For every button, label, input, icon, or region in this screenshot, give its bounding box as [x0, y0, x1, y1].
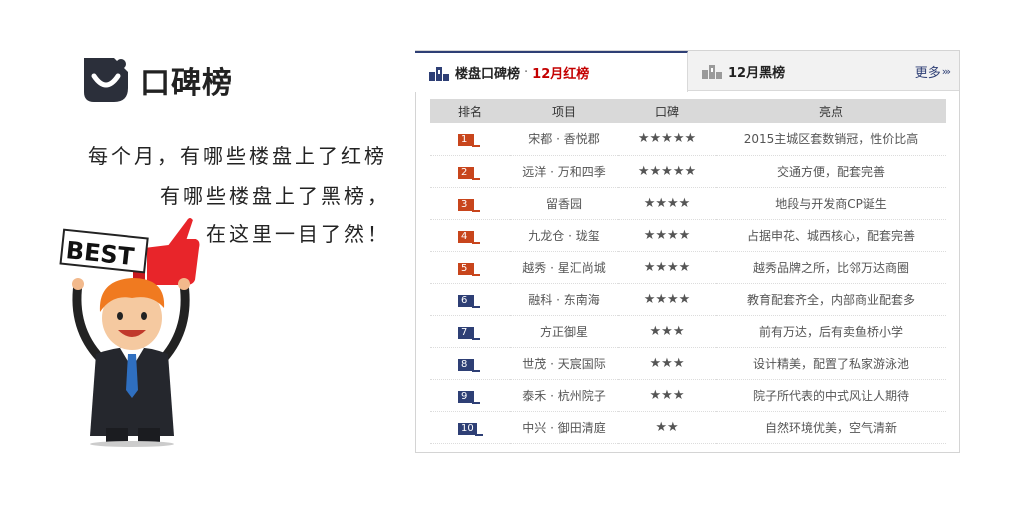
project-name[interactable]: 越秀 · 星汇尚城 [510, 251, 618, 284]
project-name[interactable]: 宋都 · 香悦郡 [510, 123, 618, 156]
highlight-text: 地段与开发商CP诞生 [716, 187, 946, 220]
highlight-text: 自然环境优美，空气清新 [716, 411, 946, 444]
double-chevron-right-icon: ››› [941, 64, 951, 78]
more-label: 更多 [914, 65, 941, 81]
highlight-text: 2015主城区套数销冠，性价比高 [716, 123, 946, 156]
podium-icon [429, 66, 449, 81]
star-rating: ★★★ [618, 347, 716, 380]
brand-title: 口碑榜 [140, 66, 233, 101]
highlight-text: 前有万达，后有卖鱼桥小学 [716, 315, 946, 348]
table-row[interactable]: 2 远洋 · 万和四季 ★★★★★ 交通方便，配套完善 [430, 155, 946, 188]
project-name[interactable]: 世茂 · 天宸国际 [510, 347, 618, 380]
rank-badge: 3 [458, 198, 480, 212]
tab-red-list[interactable]: 楼盘口碑榜 · 12月红榜 [415, 51, 688, 92]
tab-red-prefix: 楼盘口碑榜 [455, 67, 521, 82]
star-rating: ★★★★★ [618, 155, 716, 188]
project-name[interactable]: 远洋 · 万和四季 [510, 155, 618, 188]
table-row[interactable]: 6 融科 · 东南海 ★★★★ 教育配套齐全，内部商业配套多 [430, 283, 946, 316]
mascot-illustration: BEST [59, 216, 202, 447]
tab-black-list[interactable]: 12月黑榜 [688, 51, 888, 91]
highlight-text: 交通方便，配套完善 [716, 155, 946, 188]
table-row[interactable]: 7 方正御星 ★★★ 前有万达，后有卖鱼桥小学 [430, 315, 946, 348]
highlight-text: 设计精美，配置了私家游泳池 [716, 347, 946, 380]
project-name[interactable]: 中兴 · 御田清庭 [510, 411, 618, 444]
highlight-text: 占据申花、城西核心，配套完善 [716, 219, 946, 252]
rank-badge: 6 [458, 294, 480, 308]
star-rating: ★★★ [618, 315, 716, 348]
slogan-line-1: 每个月，有哪些楼盘上了红榜 [88, 144, 387, 168]
project-name[interactable]: 九龙仓 · 珑玺 [510, 219, 618, 252]
rank-badge: 5 [458, 262, 480, 276]
project-name[interactable]: 融科 · 东南海 [510, 283, 618, 316]
table-row[interactable]: 8 世茂 · 天宸国际 ★★★ 设计精美，配置了私家游泳池 [430, 347, 946, 380]
table-row[interactable]: 9 泰禾 · 杭州院子 ★★★ 院子所代表的中式风让人期待 [430, 379, 946, 412]
highlight-text: 越秀品牌之所，比邻万达商圈 [716, 251, 946, 284]
project-name[interactable]: 留香园 [510, 187, 618, 220]
tab-red-separator: · [524, 65, 529, 80]
table-row[interactable]: 10 中兴 · 御田清庭 ★★ 自然环境优美，空气清新 [430, 411, 946, 444]
header-reputation: 口碑 [618, 99, 716, 123]
star-rating: ★★★★★ [618, 123, 716, 156]
ranking-table: 排名 项目 口碑 亮点 1 宋都 · 香悦郡 ★★★★★ 2015主城区套数销冠… [430, 99, 946, 444]
rank-badge: 9 [458, 390, 480, 404]
project-name[interactable]: 方正御星 [510, 315, 618, 348]
highlight-text: 院子所代表的中式风让人期待 [716, 379, 946, 412]
ranking-panel: 楼盘口碑榜 · 12月红榜 12月黑榜 更多 ››› 排名 项目 口碑 亮点 1… [415, 50, 960, 453]
tab-red-label: 12月红榜 [532, 67, 590, 82]
rank-badge: 8 [458, 358, 480, 372]
rank-badge: 1 [458, 134, 480, 148]
header-highlight: 亮点 [716, 99, 946, 123]
podium-gray-icon [702, 65, 722, 79]
table-row[interactable]: 1 宋都 · 香悦郡 ★★★★★ 2015主城区套数销冠，性价比高 [430, 123, 946, 156]
slogan-line-2: 有哪些楼盘上了黑榜， [160, 184, 390, 208]
slogan-line-3: 在这里一目了然！ [206, 222, 390, 246]
table-row[interactable]: 5 越秀 · 星汇尚城 ★★★★ 越秀品牌之所，比邻万达商圈 [430, 251, 946, 284]
rank-badge: 7 [458, 326, 480, 340]
rank-badge: 4 [458, 230, 480, 244]
project-name[interactable]: 泰禾 · 杭州院子 [510, 379, 618, 412]
highlight-text: 教育配套齐全，内部商业配套多 [716, 283, 946, 316]
table-header-row: 排名 项目 口碑 亮点 [430, 99, 946, 123]
header-project: 项目 [510, 99, 618, 123]
tab-bar: 楼盘口碑榜 · 12月红榜 12月黑榜 更多 ››› [415, 51, 959, 92]
table-row[interactable]: 4 九龙仓 · 珑玺 ★★★★ 占据申花、城西核心，配套完善 [430, 219, 946, 252]
star-rating: ★★ [618, 411, 716, 444]
star-rating: ★★★★ [618, 219, 716, 252]
smile-logo-icon [84, 58, 128, 102]
star-rating: ★★★★ [618, 251, 716, 284]
star-rating: ★★★ [618, 379, 716, 412]
brand: 口碑榜 [80, 58, 233, 102]
rank-badge: 2 [458, 166, 480, 180]
more-link[interactable]: 更多 ››› [914, 51, 951, 91]
star-rating: ★★★★ [618, 283, 716, 316]
table-row[interactable]: 3 留香园 ★★★★ 地段与开发商CP诞生 [430, 187, 946, 220]
header-rank: 排名 [430, 99, 510, 123]
star-rating: ★★★★ [618, 187, 716, 220]
rank-badge: 10 [458, 422, 483, 436]
tab-black-label: 12月黑榜 [728, 65, 786, 81]
